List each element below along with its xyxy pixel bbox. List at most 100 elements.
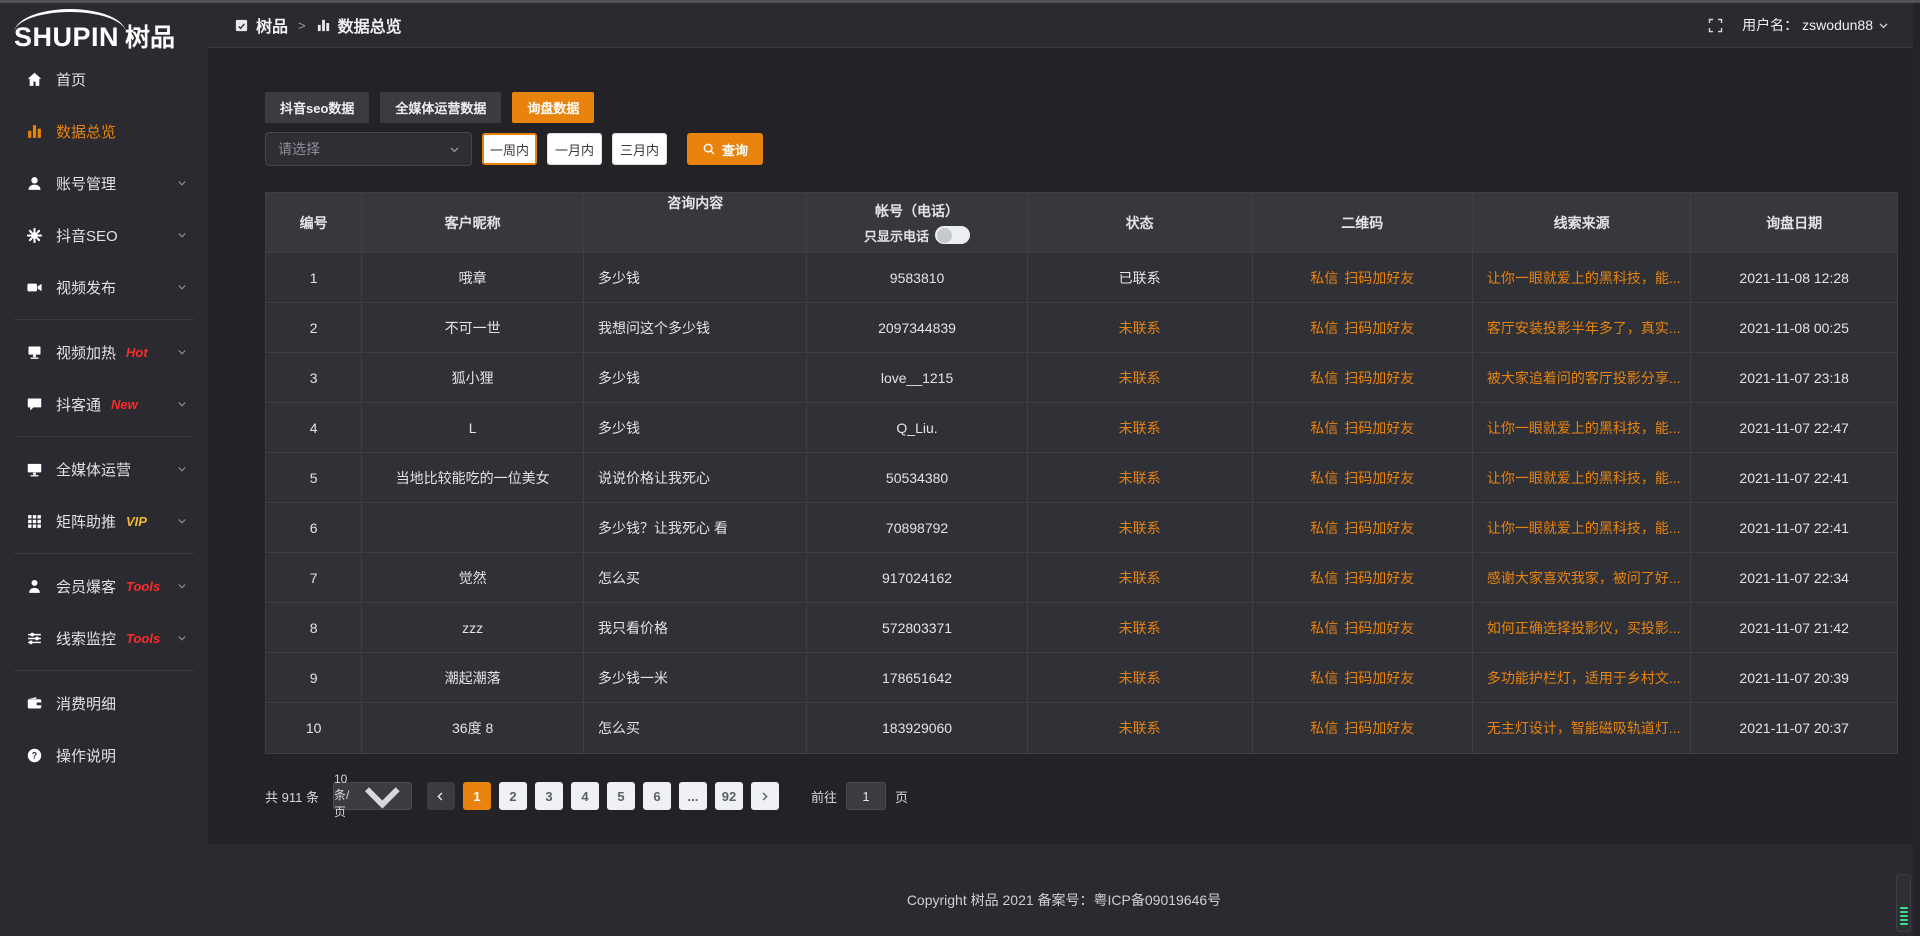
cell-nickname: 觉然 [362,553,584,603]
sidebar-item[interactable]: 抖客通 New [0,378,208,430]
cell-qr: 私信 扫码加好友 [1253,353,1473,403]
page-button[interactable]: 3 [535,782,563,810]
filter-select[interactable]: 请选择 [265,132,472,166]
sidebar-item-label: 抖客通 [56,394,101,415]
query-button[interactable]: 查询 [687,133,763,165]
cell-source-link[interactable]: 无主灯设计，智能磁吸轨道灯... [1473,703,1692,753]
sidebar-item[interactable]: 数据总览 [0,105,208,157]
qr-private-message-link[interactable]: 私信 [1310,368,1338,388]
sidebar-item[interactable]: 全媒体运营 [0,443,208,495]
cell-qr: 私信 扫码加好友 [1253,453,1473,503]
status-text: 未联系 [1119,318,1161,338]
cell-date: 2021-11-07 20:39 [1691,653,1897,703]
qr-scan-add-friend-link[interactable]: 扫码加好友 [1344,418,1414,438]
cell-status: 未联系 [1028,403,1253,453]
sidebar-item-badge: Tools [126,631,160,646]
page-size-select[interactable]: 10条/页 [333,782,412,810]
cell-source-link[interactable]: 让你一眼就爱上的黑科技，能... [1473,253,1692,303]
qr-private-message-link[interactable]: 私信 [1310,518,1338,538]
sidebar-item[interactable]: 会员爆客 Tools [0,560,208,612]
qr-private-message-link[interactable]: 私信 [1310,718,1338,738]
cell-source-link[interactable]: 让你一眼就爱上的黑科技，能... [1473,453,1692,503]
qr-scan-add-friend-link[interactable]: 扫码加好友 [1344,518,1414,538]
prev-page-button[interactable] [427,782,455,810]
sidebar-item-label: 视频加热 [56,342,116,363]
cell-source-link[interactable]: 感谢大家喜欢我家，被问了好... [1473,553,1692,603]
main-column: 树品 > 数据总览 用户名： zswodun88 抖音seo数据 [208,0,1920,936]
page-button[interactable]: 92 [715,782,743,810]
sidebar-item[interactable]: 线索监控 Tools [0,612,208,664]
chevron-down-icon [176,346,188,358]
phone-only-toggle[interactable] [935,226,970,244]
cell-source-link[interactable]: 被大家追着问的客厅投影分享... [1473,353,1692,403]
qr-scan-add-friend-link[interactable]: 扫码加好友 [1344,568,1414,588]
user-menu[interactable]: 用户名： zswodun88 [1742,15,1890,35]
sidebar-item[interactable]: 消费明细 [0,677,208,729]
cell-source-link[interactable]: 如何正确选择投影仪，买投影... [1473,603,1692,653]
page-button[interactable]: 5 [607,782,635,810]
next-page-button[interactable] [751,782,779,810]
sidebar-item[interactable]: ? 操作说明 [0,729,208,781]
sidebar-item[interactable]: 矩阵助推 VIP [0,495,208,547]
page-size-value: 10条/页 [334,772,349,820]
page-button[interactable]: 2 [499,782,527,810]
cell-no: 3 [266,353,362,403]
content: 抖音seo数据 全媒体运营数据 询盘数据 请选择 一周内 一月内 [208,48,1920,844]
cell-no: 6 [266,503,362,553]
qr-private-message-link[interactable]: 私信 [1310,568,1338,588]
table-row: 3 狐小狸 多少钱 love__1215 未联系 私信 扫码加好友 被大 [266,353,1897,403]
sidebar-item-badge: Tools [126,579,160,594]
tab[interactable]: 抖音seo数据 [265,92,369,123]
qr-scan-add-friend-link[interactable]: 扫码加好友 [1344,718,1414,738]
qr-scan-add-friend-link[interactable]: 扫码加好友 [1344,268,1414,288]
qr-scan-add-friend-link[interactable]: 扫码加好友 [1344,618,1414,638]
cell-status: 未联系 [1028,603,1253,653]
sliders-icon [26,630,43,647]
qr-private-message-link[interactable]: 私信 [1310,418,1338,438]
page-button[interactable]: 1 [463,782,491,810]
range-button[interactable]: 一月内 [547,133,602,165]
col-date: 询盘日期 [1691,193,1897,253]
range-button[interactable]: 一周内 [482,133,537,165]
cell-source-link[interactable]: 让你一眼就爱上的黑科技，能... [1473,503,1692,553]
table-row: 6 多少钱？让我死心 看 70898792 未联系 私信 扫码加好友 [266,503,1897,553]
col-nickname: 客户昵称 [362,193,584,253]
range-button[interactable]: 三月内 [612,133,667,165]
tab[interactable]: 全媒体运营数据 [380,92,501,123]
cell-qr: 私信 扫码加好友 [1253,553,1473,603]
breadcrumb-root[interactable]: 树品 [256,13,288,37]
cell-nickname: 不可一世 [362,303,584,353]
scrollbar-track[interactable] [1913,0,1920,936]
qr-scan-add-friend-link[interactable]: 扫码加好友 [1344,468,1414,488]
page-button[interactable]: ... [679,782,707,810]
goto-page-input[interactable] [846,782,886,810]
cell-date: 2021-11-07 22:34 [1691,553,1897,603]
cell-source-link[interactable]: 多功能护栏灯，适用于乡村文... [1473,653,1692,703]
sidebar-item[interactable]: 视频发布 [0,261,208,313]
sidebar-item[interactable]: 视频加热 Hot [0,326,208,378]
tab[interactable]: 询盘数据 [512,92,594,123]
home-icon [26,71,43,88]
qr-scan-add-friend-link[interactable]: 扫码加好友 [1344,318,1414,338]
qr-private-message-link[interactable]: 私信 [1310,618,1338,638]
cell-nickname: L [362,403,584,453]
page-button[interactable]: 6 [643,782,671,810]
cell-source-link[interactable]: 客厅安装投影半年多了，真实... [1473,303,1692,353]
page-button[interactable]: 4 [571,782,599,810]
tab-bar: 抖音seo数据 全媒体运营数据 询盘数据 [265,92,1898,123]
fullscreen-icon[interactable] [1707,17,1724,34]
cell-status: 未联系 [1028,703,1253,753]
cell-source-link[interactable]: 让你一眼就爱上的黑科技，能... [1473,403,1692,453]
qr-private-message-link[interactable]: 私信 [1310,268,1338,288]
qr-private-message-link[interactable]: 私信 [1310,468,1338,488]
qr-private-message-link[interactable]: 私信 [1310,668,1338,688]
sidebar-item[interactable]: 账号管理 [0,157,208,209]
cell-qr: 私信 扫码加好友 [1253,253,1473,303]
qr-private-message-link[interactable]: 私信 [1310,318,1338,338]
sidebar-item[interactable]: 抖音SEO [0,209,208,261]
qr-scan-add-friend-link[interactable]: 扫码加好友 [1344,368,1414,388]
cell-date: 2021-11-07 22:47 [1691,403,1897,453]
qr-scan-add-friend-link[interactable]: 扫码加好友 [1344,668,1414,688]
sidebar-item[interactable]: 首页 [0,53,208,105]
cell-status: 已联系 [1028,253,1253,303]
